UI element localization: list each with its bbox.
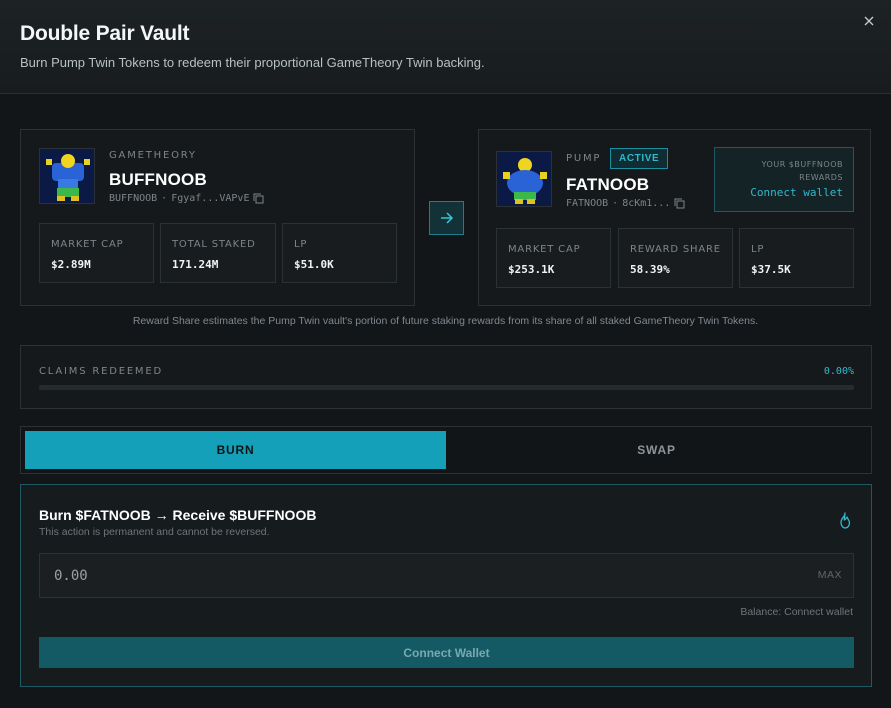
connect-wallet-button[interactable]: Connect Wallet [39, 637, 854, 668]
token-ticker: BUFFNOOB [109, 193, 158, 204]
separator-dot: · [612, 198, 619, 209]
token-address: Fgyaf...VAPvE [171, 193, 250, 204]
claims-redeemed-panel: CLAIMS REDEEMED 0.00% [20, 345, 872, 409]
claims-percent: 0.00% [823, 366, 854, 377]
stat-lp: LP $37.5K [739, 228, 854, 288]
stat-value: $2.89M [51, 258, 91, 271]
stat-value: $51.0K [294, 258, 334, 271]
rewards-box: YOUR $BUFFNOOB REWARDS Connect wallet [714, 147, 854, 212]
stat-reward-share: REWARD SHARE 58.39% [618, 228, 733, 288]
rewards-label: YOUR $BUFFNOOB REWARDS [761, 160, 843, 182]
reward-share-note: Reward Share estimates the Pump Twin vau… [132, 315, 759, 327]
stat-market-cap: MARKET CAP $2.89M [39, 223, 154, 283]
token-ticker: FATNOOB [566, 198, 609, 209]
arrow-right-icon [440, 212, 453, 224]
page-subtitle: Burn Pump Twin Tokens to redeem their pr… [20, 55, 485, 70]
burn-title: Burn $FATNOOB → Receive $BUFFNOOB [39, 507, 317, 523]
token-name: BUFFNOOB [109, 170, 207, 189]
stat-label: LP [751, 244, 765, 255]
stat-value: 171.24M [172, 258, 219, 271]
direction-arrow-button[interactable] [429, 201, 464, 235]
stat-value: $37.5K [751, 263, 791, 276]
stat-market-cap: MARKET CAP $253.1K [496, 228, 611, 288]
token-address-row: FATNOOB · 8cKm1... [566, 198, 685, 209]
stat-label: REWARD SHARE [630, 244, 721, 255]
max-button[interactable]: MAX [818, 569, 842, 581]
stat-value: 58.39% [630, 263, 670, 276]
copy-icon[interactable] [674, 198, 685, 209]
burn-amount-input[interactable] [39, 553, 854, 598]
copy-icon[interactable] [253, 193, 264, 204]
burn-panel: Burn $FATNOOB → Receive $BUFFNOOB This a… [20, 484, 872, 687]
flame-icon [840, 512, 851, 529]
stat-value: $253.1K [508, 263, 555, 276]
page-title: Double Pair Vault [20, 22, 190, 45]
stat-label: LP [294, 239, 308, 250]
close-button[interactable] [859, 11, 879, 31]
claims-progress-bar [39, 385, 854, 390]
stat-label: MARKET CAP [51, 239, 124, 250]
modal-header: Double Pair Vault Burn Pump Twin Tokens … [0, 0, 891, 94]
close-icon[interactable] [864, 16, 874, 26]
token-address: 8cKm1... [622, 198, 671, 209]
burn-warning: This action is permanent and cannot be r… [39, 526, 270, 538]
stat-total-staked: TOTAL STAKED 171.24M [160, 223, 276, 283]
tab-burn[interactable]: BURN [25, 431, 446, 469]
connect-wallet-link[interactable]: Connect wallet [750, 186, 843, 199]
token-name: FATNOOB [566, 175, 650, 194]
stat-lp: LP $51.0K [282, 223, 397, 283]
tab-swap[interactable]: SWAP [446, 431, 867, 469]
buffnoob-avatar [39, 148, 95, 204]
balance-text: Balance: Connect wallet [740, 606, 853, 618]
fatnoob-avatar [496, 151, 552, 207]
stat-label: MARKET CAP [508, 244, 581, 255]
gametheory-token-card: GAMETHEORY BUFFNOOB BUFFNOOB · Fgyaf...V… [20, 129, 415, 306]
token-address-row: BUFFNOOB · Fgyaf...VAPvE [109, 193, 264, 204]
token-category: GAMETHEORY [109, 150, 197, 161]
token-category: PUMP [566, 153, 602, 164]
separator-dot: · [161, 193, 168, 204]
mode-tabs: BURN SWAP [20, 426, 872, 474]
status-badge: ACTIVE [610, 148, 669, 169]
claims-label: CLAIMS REDEEMED [39, 366, 163, 377]
stat-label: TOTAL STAKED [172, 239, 256, 250]
